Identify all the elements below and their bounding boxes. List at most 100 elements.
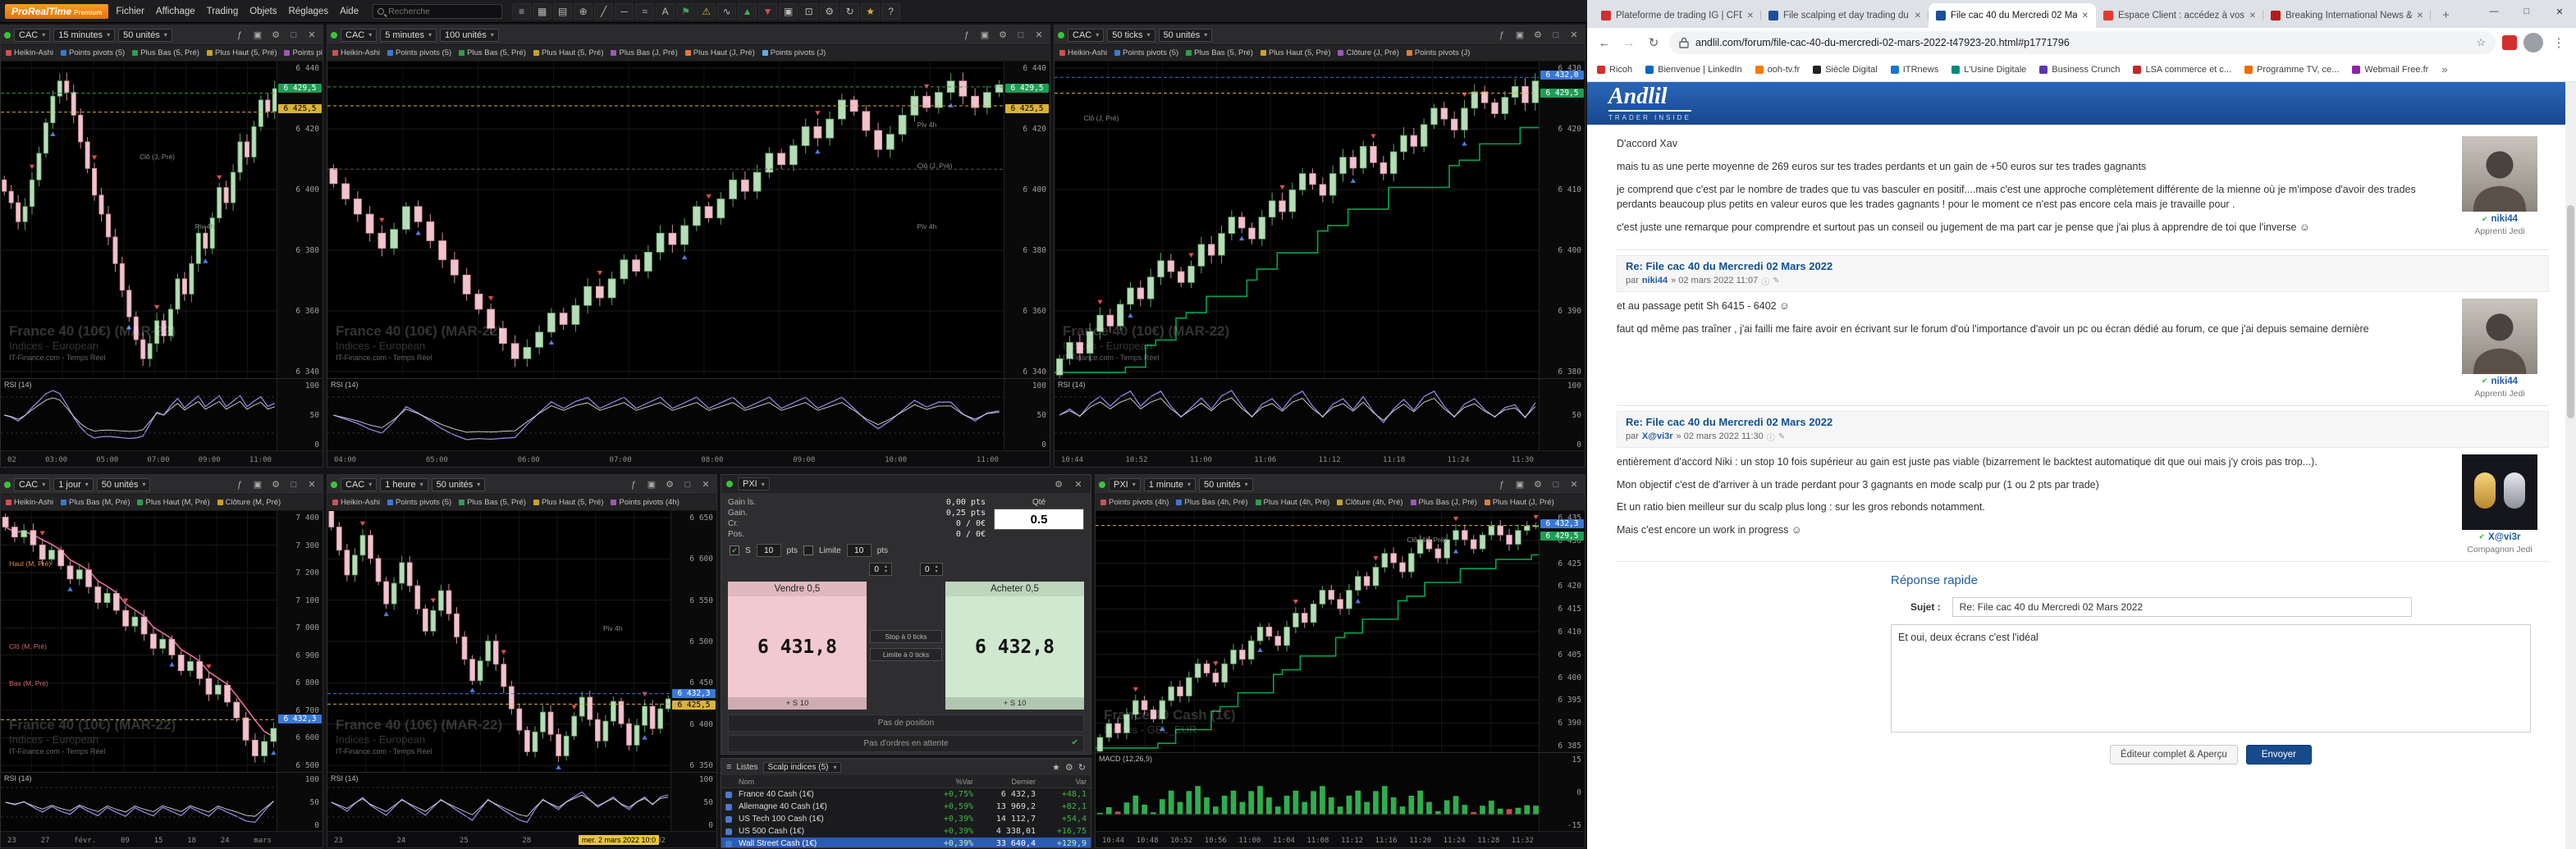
maximize-icon[interactable]: □ xyxy=(1549,30,1563,40)
maximize-icon[interactable]: □ xyxy=(2510,0,2543,23)
indicator-toggle[interactable]: Plus Bas (5, Pré) xyxy=(459,48,526,57)
indicator-toggle[interactable]: Plus Bas (5, Pré) xyxy=(1186,48,1253,57)
maximize-icon[interactable]: □ xyxy=(1013,30,1028,40)
menu-rglages[interactable]: Réglages xyxy=(282,4,334,19)
new-tab-button[interactable]: + xyxy=(2436,5,2456,25)
indicator-toggle[interactable]: Points pivots (5) xyxy=(61,48,125,57)
buy-button[interactable]: Acheter 0,5 6 432,8 + S 10 xyxy=(945,582,1084,710)
indicator-toggle[interactable]: Plus Haut (5, Pré) xyxy=(206,48,277,57)
fibonacci-icon[interactable]: ≈ xyxy=(635,2,655,20)
list-icon[interactable]: ≡ xyxy=(512,2,532,20)
units-select[interactable]: 50 unités ▾ xyxy=(118,28,172,42)
horizontal-line-icon[interactable]: ─ xyxy=(615,2,634,20)
scrollbar[interactable] xyxy=(2565,82,2576,849)
post-title[interactable]: Re: File cac 40 du Mercredi 02 Mars 2022 xyxy=(1626,260,2540,272)
indicator-toggle[interactable]: Clôture (J, Pré) xyxy=(1338,48,1399,57)
symbol-select[interactable]: CAC ▾ xyxy=(14,477,51,491)
indicators-icon[interactable]: ƒ xyxy=(1494,30,1509,40)
stop-ticks-button[interactable]: Stop à 0 ticks xyxy=(870,630,942,643)
bookmark-item[interactable]: ooh-tv.fr xyxy=(1755,65,1800,75)
browser-menu-icon[interactable]: ⋮ xyxy=(2550,35,2568,50)
sell-order-icon[interactable]: ▼ xyxy=(758,2,778,20)
indicators-icon[interactable]: ƒ xyxy=(626,480,641,490)
stop-distance-input[interactable] xyxy=(756,544,781,557)
price-chart[interactable]: France 40 (10€) (MAR-22) Indices - Europe… xyxy=(1,62,323,378)
print-icon[interactable]: ⊡ xyxy=(799,2,819,20)
indicator-toggle[interactable]: Plus Bas (J, Pré) xyxy=(1410,498,1477,507)
watchlist-select[interactable]: Scalp indices (5) ▾ xyxy=(762,761,842,773)
indicator-toggle[interactable]: Heikin-Ashi xyxy=(1059,48,1107,57)
post-title[interactable]: Re: File cac 40 du Mercredi 02 Mars 2022 xyxy=(1626,416,2540,428)
indicator-toggle[interactable]: Plus Bas (M, Pré) xyxy=(61,498,130,507)
bookmark-item[interactable]: LSA commerce et c... xyxy=(2133,65,2231,75)
refresh-icon[interactable]: ↻ xyxy=(1078,762,1086,773)
scrollbar-thumb[interactable] xyxy=(2567,205,2574,418)
search-box[interactable] xyxy=(373,3,503,19)
settings-icon[interactable]: ⚙ xyxy=(1531,479,1545,490)
info-icon[interactable]: ⓘ xyxy=(1761,275,1769,287)
screenshot-icon[interactable]: ▣ xyxy=(977,30,992,40)
minimize-icon[interactable]: — xyxy=(2478,0,2510,23)
limit-level-stepper[interactable]: 0 ▴ ▾ xyxy=(920,563,943,576)
watchlist-row[interactable]: Allemagne 40 Cash (1€) +0,59% 13 969,2 +82,… xyxy=(721,801,1091,813)
screenshot-icon[interactable]: ▣ xyxy=(779,2,798,20)
tab-close-icon[interactable]: ✕ xyxy=(2417,11,2423,21)
settings-icon[interactable]: ⚙ xyxy=(995,30,1010,40)
layout-icon[interactable]: ▤ xyxy=(553,2,573,20)
profile-avatar[interactable] xyxy=(2523,33,2543,52)
units-select[interactable]: 50 unités ▾ xyxy=(96,477,151,491)
screenshot-icon[interactable]: ▣ xyxy=(250,30,265,40)
timeframe-select[interactable]: 1 jour ▾ xyxy=(53,477,94,491)
bookmark-item[interactable]: ITRnews xyxy=(1890,65,1938,75)
watchlist-row[interactable]: US 500 Cash (1€) +0,39% 4 338,01 +16,75 xyxy=(721,825,1091,838)
indicator-toggle[interactable]: Heikin-Ashi xyxy=(6,498,53,507)
username-link[interactable]: X@vi3r xyxy=(2488,532,2520,542)
indicator-toggle[interactable]: Heikin-Ashi xyxy=(6,48,53,57)
indicator-toggle[interactable]: Plus Bas (4h, Pré) xyxy=(1176,498,1248,507)
quote-icon[interactable]: ✎ xyxy=(1773,276,1779,285)
indicators-icon[interactable]: ƒ xyxy=(959,30,974,40)
price-chart[interactable]: France 40 Cash (1€) Indices - GBL_EUR Clô … xyxy=(1096,511,1585,752)
watchlist-row[interactable]: France 40 Cash (1€) +0,75% 6 432,3 +48,1 xyxy=(721,788,1091,801)
menu-affichage[interactable]: Affichage xyxy=(150,4,201,19)
watchlist-row[interactable]: Wall Street Cash (1€) +0,39% 33 640,4 +129,… xyxy=(721,838,1091,847)
indicator-toggle[interactable]: Plus Bas (5, Pré) xyxy=(132,48,199,57)
back-icon[interactable]: ← xyxy=(1595,36,1613,50)
limit-checkbox[interactable] xyxy=(803,545,814,555)
subject-input[interactable] xyxy=(1951,596,2412,617)
settings-icon[interactable]: ⚙ xyxy=(268,30,283,40)
menu-fichier[interactable]: Fichier xyxy=(110,4,150,19)
timeframe-select[interactable]: 1 heure ▾ xyxy=(380,477,428,491)
tab-close-icon[interactable]: ✕ xyxy=(2249,11,2256,21)
close-icon[interactable]: ✕ xyxy=(1567,479,1581,490)
stop-level-stepper[interactable]: 0 ▴ ▾ xyxy=(869,563,892,576)
indicator-toggle[interactable]: Points pivots (4h) xyxy=(1100,498,1169,507)
indicator-toggle[interactable]: Heikin-Ashi xyxy=(332,48,380,57)
username-link[interactable]: niki44 xyxy=(2491,377,2518,386)
bookmark-star-icon[interactable]: ☆ xyxy=(2476,36,2486,49)
limit-distance-input[interactable] xyxy=(846,544,872,557)
indicator-toggle[interactable]: Plus Haut (J, Pré) xyxy=(684,48,755,57)
indicator-toggle[interactable]: Plus Bas (J, Pré) xyxy=(611,48,678,57)
indicator-toggle[interactable]: Points pivots (4h) xyxy=(611,498,679,507)
symbol-select[interactable]: CAC ▾ xyxy=(14,28,51,42)
indicator-toggle[interactable]: Points pivots (J) xyxy=(762,48,826,57)
maximize-icon[interactable]: □ xyxy=(286,30,301,40)
symbol-select[interactable]: CAC ▾ xyxy=(341,28,377,42)
bookmarks-overflow-icon[interactable]: » xyxy=(2441,63,2447,75)
price-chart[interactable]: France 40 (10€) (MAR-22) Indices - Europe… xyxy=(327,62,1050,378)
price-chart[interactable]: France 40 (10€) (MAR-22) Indices - Europe… xyxy=(1055,62,1585,378)
tab-close-icon[interactable]: ✕ xyxy=(2082,11,2089,21)
crosshair-icon[interactable]: ⊕ xyxy=(574,2,593,20)
trendline-icon[interactable]: ╱ xyxy=(594,2,614,20)
send-button[interactable]: Envoyer xyxy=(2245,744,2312,765)
indicator-toggle[interactable]: Points pivots (5) xyxy=(1114,48,1178,57)
bookmark-item[interactable]: Bienvenue | LinkedIn xyxy=(1645,65,1742,75)
browser-tab[interactable]: Breaking International News & ... ✕ xyxy=(2263,3,2431,28)
indicator-toggle[interactable]: Clôture (4h, Pré) xyxy=(1337,498,1403,507)
symbol-select[interactable]: CAC ▾ xyxy=(1068,28,1105,42)
screenshot-icon[interactable]: ▣ xyxy=(1512,479,1527,490)
close-icon[interactable]: ✕ xyxy=(304,479,319,490)
bookmark-item[interactable]: Siècle Digital xyxy=(1813,65,1878,75)
close-icon[interactable]: ✕ xyxy=(1567,30,1581,40)
